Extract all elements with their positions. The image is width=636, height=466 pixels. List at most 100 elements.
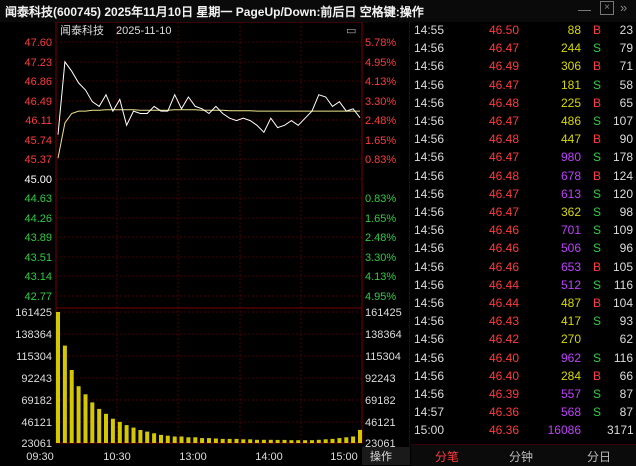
tick-row[interactable]: 14:55 46.50 88 B 23	[411, 22, 636, 40]
volume-bar	[241, 439, 246, 443]
intraday-chart-panel[interactable]: 闻泰科技 2025-11-10 ▭ 47.60 47.23 46.86 46.49 46…	[0, 22, 410, 465]
volume-bar	[124, 425, 129, 443]
volume-tick-label: 138364	[15, 329, 52, 341]
tick-price: 46.40	[488, 350, 519, 365]
tick-row[interactable]: 14:56 46.46 701 S 109	[411, 222, 636, 240]
tick-row[interactable]: 14:56 46.48 447 B 90	[411, 131, 636, 149]
tick-row[interactable]: 15:00 46.36 16086 3171	[411, 422, 636, 440]
tick-row[interactable]: 14:56 46.42 270 62	[411, 331, 636, 349]
volume-bar	[76, 386, 81, 443]
tick-row[interactable]: 14:56 46.40 284 B 66	[411, 368, 636, 386]
tick-side: B	[593, 368, 602, 383]
price-tick-label: 43.51	[24, 252, 52, 264]
tick-count: 58	[619, 77, 633, 92]
intraday-chart[interactable]: 闻泰科技 2025-11-10 ▭ 47.60 47.23 46.86 46.49 46…	[0, 22, 410, 465]
volume-bar	[207, 438, 211, 443]
volume-tick-label: 115304	[16, 351, 52, 363]
volume-bar	[138, 430, 143, 443]
tick-row[interactable]: 14:56 46.43 417 S 93	[411, 313, 636, 331]
volume-bar	[310, 440, 314, 443]
tick-time: 14:56	[414, 332, 445, 347]
volume-bar	[358, 429, 362, 443]
tick-count: 98	[619, 205, 633, 219]
chart-stock-name: 闻泰科技	[60, 23, 104, 37]
volume-bar	[275, 439, 280, 443]
volume-tick-label: 92243	[21, 373, 52, 385]
tick-row[interactable]: 14:57 46.36 568 S 87	[411, 404, 636, 422]
tick-price: 46.36	[488, 423, 519, 438]
title-bar: 闻泰科技(600745) 2025年11月10日 星期一 PageUp/Down…	[0, 0, 636, 22]
price-tick-label: 44.26	[24, 213, 52, 225]
volume-bar	[227, 438, 232, 443]
tick-row[interactable]: 14:56 46.48 225 B 65	[411, 95, 636, 113]
tick-row[interactable]: 14:56 46.47 244 S 79	[411, 40, 636, 58]
volume-tick-label: 92243	[365, 373, 396, 385]
time-tick-label: 14:00	[255, 451, 283, 463]
tick-price: 46.40	[488, 368, 519, 383]
volume-bar	[234, 438, 239, 443]
tick-row[interactable]: 14:56 46.47 362 S 98	[411, 204, 636, 222]
tick-time: 14:56	[414, 59, 445, 74]
volume-bar	[90, 402, 95, 443]
price-tick-label: 44.63	[24, 193, 52, 205]
close-icon[interactable]: ×	[600, 1, 614, 15]
chart-settings-icon[interactable]: ▭	[346, 25, 356, 37]
tick-volume: 568	[560, 405, 581, 420]
tick-time: 14:56	[414, 241, 445, 256]
minimize-icon[interactable]: —	[578, 2, 591, 17]
percent-axis: 5.78% 4.95% 4.13% 3.30% 2.48% 1.65% 0.83% 0.83%…	[365, 37, 396, 303]
tick-row[interactable]: 14:56 46.49 306 B 71	[411, 58, 636, 76]
tick-time: 14:56	[414, 186, 445, 201]
operate-button[interactable]: 操作	[370, 449, 392, 463]
tick-time: 14:56	[414, 368, 445, 383]
volume-bar	[117, 421, 122, 443]
tick-volume: 487	[560, 296, 581, 310]
tick-count: 23	[619, 23, 633, 37]
tick-count: 3171	[607, 423, 634, 438]
tick-volume: 701	[560, 223, 581, 238]
tick-trade-list[interactable]: 14:55 46.50 88 B 23 14:56 46.47 244 S 79 14:56 46.4…	[411, 22, 636, 442]
volume-bar	[344, 437, 349, 443]
tick-count: 109	[612, 223, 633, 238]
price-tick-label: 45.37	[24, 154, 52, 166]
tick-row[interactable]: 14:56 46.47 613 S 120	[411, 186, 636, 204]
tick-price: 46.39	[488, 387, 519, 401]
tick-price: 46.48	[488, 132, 519, 147]
chart-date: 2025-11-10	[116, 25, 171, 37]
tick-row[interactable]: 14:56 46.39 557 S 87	[411, 386, 636, 404]
tick-row[interactable]: 14:56 46.47 486 S 107	[411, 113, 636, 131]
tick-price: 46.46	[488, 241, 519, 256]
tick-side: B	[593, 95, 602, 110]
tick-side: S	[593, 241, 602, 256]
tick-side: B	[593, 59, 602, 74]
tick-row[interactable]: 14:56 46.46 506 S 96	[411, 240, 636, 258]
tick-row[interactable]: 14:56 46.48 678 B 124	[411, 168, 636, 186]
volume-tick-label: 46121	[21, 417, 52, 429]
tick-volume: 284	[560, 368, 581, 383]
volume-bar	[179, 436, 184, 443]
more-icon[interactable]: »	[620, 0, 627, 15]
volume-bar	[337, 438, 342, 443]
tick-row[interactable]: 14:56 46.47 980 S 178	[411, 149, 636, 167]
tick-row[interactable]: 14:56 46.47 181 S 58	[411, 77, 636, 95]
tick-row[interactable]: 14:56 46.44 487 B 104	[411, 295, 636, 313]
tick-volume: 181	[560, 77, 581, 92]
tick-row[interactable]: 14:56 46.46 653 B 105	[411, 259, 636, 277]
volume-bar	[220, 438, 225, 443]
tick-row[interactable]: 14:56 46.44 512 S 116	[411, 277, 636, 295]
tick-row[interactable]: 14:56 46.40 962 S 116	[411, 350, 636, 368]
tick-side: B	[593, 296, 602, 310]
tick-volume: 225	[560, 95, 581, 110]
tick-side: S	[593, 186, 602, 201]
tab-minute[interactable]: 分钟	[509, 448, 533, 465]
tick-volume: 244	[560, 41, 581, 56]
price-tick-label: 46.11	[25, 115, 52, 127]
tick-count: 104	[612, 296, 633, 310]
volume-bar	[69, 370, 74, 443]
tab-ticks[interactable]: 分笔	[435, 448, 459, 465]
tick-volume: 678	[560, 168, 581, 183]
tick-time: 14:56	[414, 205, 445, 219]
tick-side: S	[593, 405, 602, 420]
tab-day[interactable]: 分日	[587, 448, 611, 465]
volume-bar	[289, 440, 294, 443]
